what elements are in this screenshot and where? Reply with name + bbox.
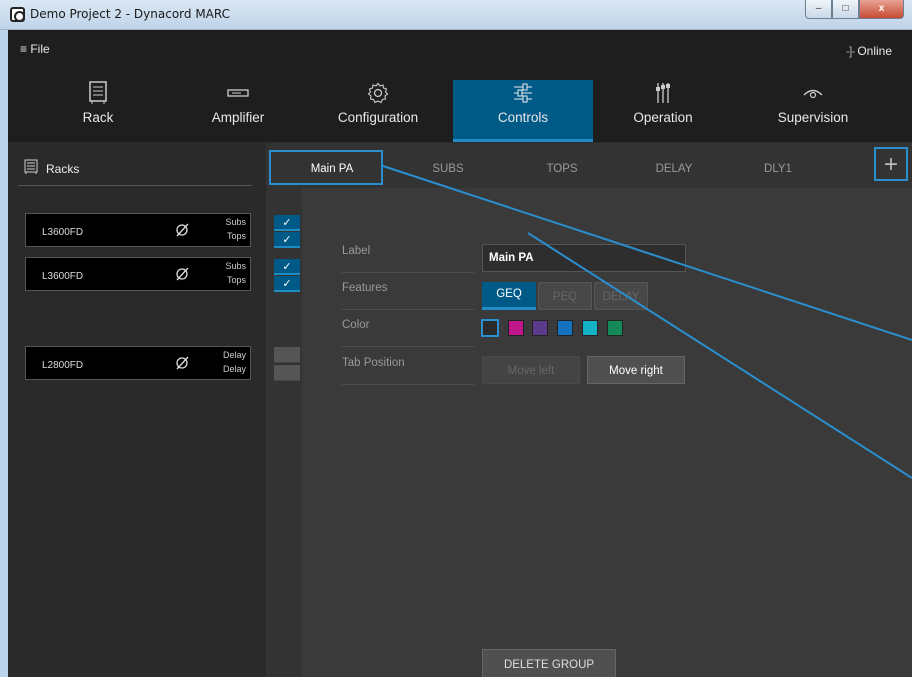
group-tabs: Main PA SUBS TOPS DELAY DLY1 + xyxy=(266,143,912,188)
tab-subs[interactable]: SUBS xyxy=(398,153,498,185)
nav-configuration[interactable]: Configuration xyxy=(308,80,448,142)
assign-checkbox[interactable]: ✓ xyxy=(274,276,300,292)
channel-2-label: Tops xyxy=(226,275,246,285)
window-controls: – □ x xyxy=(805,0,904,20)
tab-main-pa[interactable]: Main PA xyxy=(282,153,382,185)
faders-icon xyxy=(593,80,733,106)
channel-1-label: Subs xyxy=(225,261,246,271)
device-name: L3600FD xyxy=(42,227,84,238)
nav-controls[interactable]: Controls xyxy=(453,80,593,142)
device-card[interactable]: L3600FD Subs Tops xyxy=(25,213,251,247)
color-swatch[interactable] xyxy=(481,319,499,337)
tab-tops[interactable]: TOPS xyxy=(512,153,612,185)
eye-icon xyxy=(743,80,883,106)
window-title: Demo Project 2 - Dynacord MARC xyxy=(30,7,231,21)
speaker-link-icon xyxy=(174,355,190,374)
speaker-link-icon xyxy=(174,266,190,285)
online-status-label: Online xyxy=(857,44,892,58)
rack-icon xyxy=(24,159,38,178)
channel-2-label: Delay xyxy=(222,364,246,374)
gear-icon xyxy=(308,80,448,106)
nav-label: Supervision xyxy=(777,110,849,125)
group-label-input[interactable]: Main PA xyxy=(482,244,686,272)
device-name: L3600FD xyxy=(42,271,84,282)
nav-label: Amplifier xyxy=(211,110,265,125)
delete-group-button[interactable]: DELETE GROUP xyxy=(482,649,616,677)
amplifier-icon xyxy=(168,80,308,106)
color-swatch[interactable] xyxy=(532,320,548,336)
racks-header: Racks xyxy=(18,153,252,186)
channel-1-label: Subs xyxy=(225,217,246,227)
racks-sidebar: Racks L3600FD Subs Tops L3600FD Subs Top… xyxy=(8,143,266,677)
nav-label: Controls xyxy=(497,110,549,125)
nav-rack[interactable]: Rack xyxy=(28,80,168,142)
minimize-button[interactable]: – xyxy=(805,0,832,19)
sliders-icon xyxy=(453,80,593,106)
application-window: Demo Project 2 - Dynacord MARC – □ x ≡ F… xyxy=(0,0,912,677)
group-editor: Main PA SUBS TOPS DELAY DLY1 + Label Mai… xyxy=(266,143,912,677)
color-swatch[interactable] xyxy=(582,320,598,336)
tab-dly1[interactable]: DLY1 xyxy=(728,153,828,185)
assign-checkbox[interactable]: ✓ xyxy=(274,259,300,275)
assign-checkbox[interactable] xyxy=(274,365,300,381)
tab-delay[interactable]: DELAY xyxy=(624,153,724,185)
assign-checkbox[interactable]: ✓ xyxy=(274,232,300,248)
maximize-button[interactable]: □ xyxy=(832,0,859,19)
add-tab-button[interactable]: + xyxy=(874,147,908,181)
tab-position-caption: Tab Position xyxy=(342,357,474,385)
device-name: L2800FD xyxy=(42,360,84,371)
app-logo-icon xyxy=(10,7,25,22)
move-left-button[interactable]: Move left xyxy=(482,356,580,384)
group-assignment-column: ✓ ✓ ✓ ✓ xyxy=(266,143,302,677)
speaker-link-icon xyxy=(174,222,190,241)
feature-geq-toggle[interactable]: GEQ xyxy=(482,282,536,310)
close-button[interactable]: x xyxy=(859,0,904,19)
file-menu[interactable]: ≡ File xyxy=(20,42,50,56)
device-card[interactable]: L2800FD Delay Delay xyxy=(25,346,251,380)
label-caption: Label xyxy=(342,245,474,273)
nav-supervision[interactable]: Supervision xyxy=(743,80,883,142)
move-right-button[interactable]: Move right xyxy=(587,356,685,384)
color-swatch[interactable] xyxy=(607,320,623,336)
nav-operation[interactable]: Operation xyxy=(593,80,733,142)
nav-label: Rack xyxy=(82,110,114,125)
main-navigation: Rack Amplifier Configuration Controls Op… xyxy=(8,70,912,142)
app-content: ≡ File -]- Online Rack Amplifier Configu… xyxy=(8,30,912,677)
feature-peq-toggle[interactable]: PEQ xyxy=(538,282,592,310)
device-card[interactable]: L3600FD Subs Tops xyxy=(25,257,251,291)
color-caption: Color xyxy=(342,319,474,347)
menu-bar: ≡ File -]- Online xyxy=(8,30,912,70)
rack-icon xyxy=(28,80,168,106)
feature-delay-toggle[interactable]: DELAY xyxy=(594,282,648,310)
title-bar: Demo Project 2 - Dynacord MARC – □ x xyxy=(0,0,912,30)
color-swatch[interactable] xyxy=(557,320,573,336)
nav-label: Configuration xyxy=(337,110,419,125)
assign-checkbox[interactable] xyxy=(274,347,300,363)
nav-amplifier[interactable]: Amplifier xyxy=(168,80,308,142)
channel-1-label: Delay xyxy=(222,350,246,360)
features-caption: Features xyxy=(342,282,474,310)
nav-label: Operation xyxy=(633,110,693,125)
racks-title: Racks xyxy=(46,162,80,176)
connection-icon: -]- xyxy=(845,44,855,58)
online-status[interactable]: -]- Online xyxy=(846,44,892,58)
color-swatch[interactable] xyxy=(508,320,524,336)
channel-2-label: Tops xyxy=(226,231,246,241)
assign-checkbox[interactable]: ✓ xyxy=(274,215,300,231)
